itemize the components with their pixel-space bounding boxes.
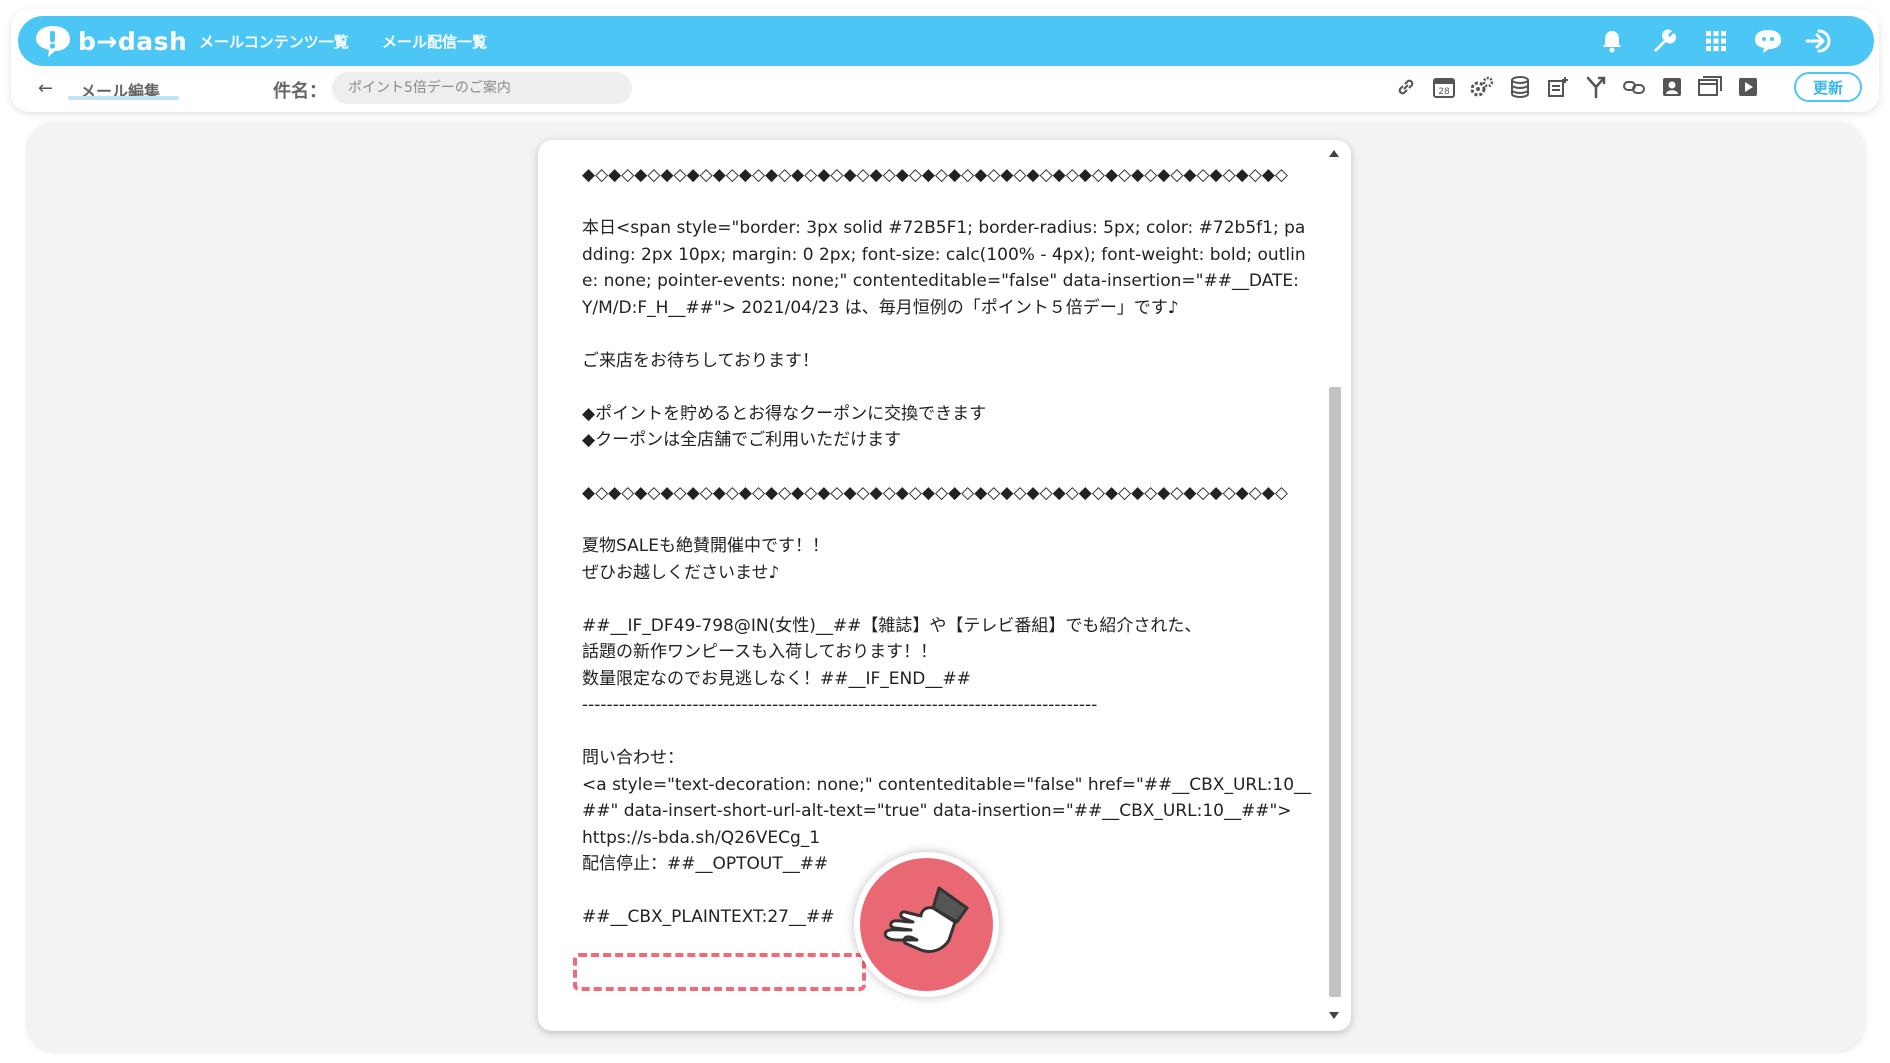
update-button[interactable]: 更新 (1794, 72, 1862, 102)
chat-bot-icon[interactable] (1752, 25, 1784, 57)
profile-card-icon[interactable] (1658, 72, 1686, 102)
email-line (582, 374, 1312, 401)
email-line: 夏物SALEも絶賛開催中です！！ (582, 536, 829, 556)
bell-icon[interactable] (1596, 25, 1628, 57)
link-icon[interactable] (1392, 72, 1420, 102)
play-icon[interactable] (1734, 72, 1762, 102)
back-arrow-icon[interactable]: ← (38, 78, 53, 99)
email-line: ◆クーポンは全店舗でご利用いただけます (582, 430, 902, 450)
email-line: <a style="text-decoration: none;" conten… (582, 774, 1312, 822)
email-line: ◆◇◆◇◆◇◆◇◆◇◆◇◆◇◆◇◆◇◆◇◆◇◆◇◆◇◆◇◆◇◆◇◆◇◆◇◆◇◆◇… (582, 165, 1288, 185)
email-line (582, 321, 1312, 348)
logout-icon[interactable] (1804, 25, 1836, 57)
calendar-icon[interactable]: 28 (1430, 72, 1458, 102)
top-navbar: b→dash メールコンテンツ一覧 メール配信一覧 (18, 16, 1874, 66)
title-underline (68, 96, 179, 100)
scrollbar-thumb[interactable] (1329, 387, 1341, 997)
email-line: ぜひお越しくださいませ♪ (582, 562, 780, 583)
apps-grid-icon[interactable] (1700, 25, 1732, 57)
email-line: 話題の新作ワンピースも入荷しております！！ (582, 642, 938, 662)
vertical-scrollbar[interactable] (1325, 148, 1343, 1023)
pointer-circle (860, 858, 993, 991)
scroll-up-arrow-icon[interactable] (1329, 150, 1339, 157)
subject-input[interactable] (332, 72, 632, 104)
email-line (582, 507, 1312, 534)
email-line: ◆◇◆◇◆◇◆◇◆◇◆◇◆◇◆◇◆◇◆◇◆◇◆◇◆◇◆◇◆◇◆◇◆◇◆◇◆◇◆◇… (582, 483, 1288, 503)
pointing-hand-callout (854, 852, 999, 997)
email-line: ##__IF_DF49-798@IN(女性)__##【雑誌】や【テレビ番組】でも… (582, 615, 1202, 636)
wrench-icon[interactable] (1648, 25, 1680, 57)
email-body-text[interactable]: ◆◇◆◇◆◇◆◇◆◇◆◇◆◇◆◇◆◇◆◇◆◇◆◇◆◇◆◇◆◇◆◇◆◇◆◇◆◇◆◇… (582, 162, 1312, 931)
editor-toolbar: 28 (1382, 72, 1762, 102)
email-line: 本日<span style="border: 3px solid #72B5F1… (582, 218, 1306, 318)
email-line: 問い合わせ： (582, 748, 684, 768)
scroll-down-arrow-icon[interactable] (1329, 1012, 1339, 1019)
add-note-icon[interactable] (1544, 72, 1572, 102)
email-line: ◆ポイントを貯めるとお得なクーポンに交換できます (582, 403, 987, 424)
logo-text: b→dash (78, 26, 188, 56)
subject-label: 件名： (273, 81, 327, 102)
email-line: 数量限定なのでお見逃しなく！##__IF_END__## (582, 668, 971, 689)
settings-gears-icon[interactable] (1468, 72, 1496, 102)
database-icon[interactable] (1506, 72, 1534, 102)
link-chain-icon[interactable] (1620, 72, 1648, 102)
calendar-day-text: 28 (1438, 87, 1450, 97)
email-line (582, 454, 1312, 481)
email-line: ご来店をお待ちしております！ (582, 350, 819, 371)
email-line: https://s-bda.sh/Q26VECg_1 (582, 827, 821, 848)
email-line: ----------------------------------------… (582, 695, 1098, 715)
nav-mail-delivery-list[interactable]: メール配信一覧 (382, 31, 487, 52)
nav-mail-content-list[interactable]: メールコンテンツ一覧 (199, 31, 349, 52)
email-line (582, 719, 1312, 746)
window-icon[interactable] (1696, 72, 1724, 102)
branch-icon[interactable] (1582, 72, 1610, 102)
b-dash-logo[interactable]: b→dash (34, 24, 187, 58)
logo-mark-icon (36, 26, 70, 57)
pointing-hand-icon (883, 886, 968, 953)
email-line (582, 189, 1312, 216)
navbar-icons (1576, 25, 1836, 57)
email-line (582, 586, 1312, 613)
plaintext-tag-highlight (573, 953, 866, 991)
